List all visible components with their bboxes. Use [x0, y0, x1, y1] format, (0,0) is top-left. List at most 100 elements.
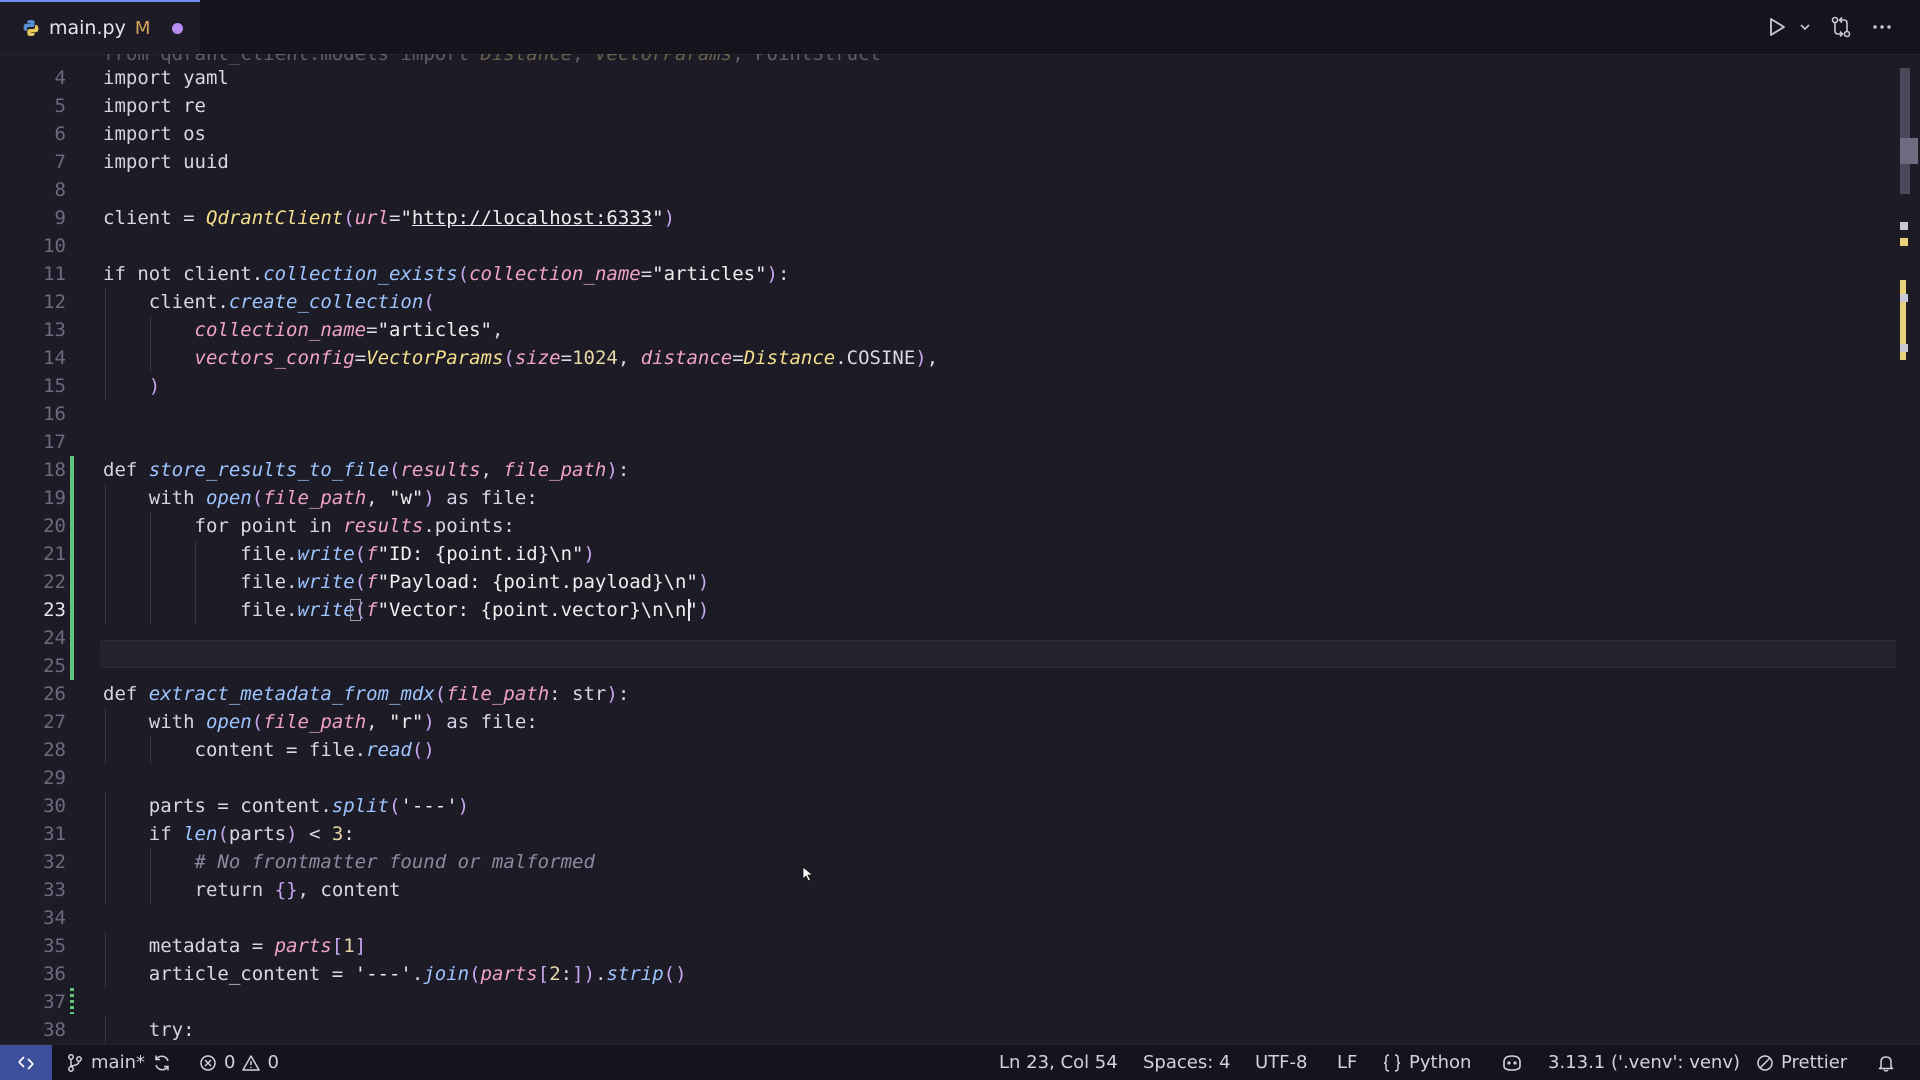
code-line[interactable]: with open(file_path, "w") as file: — [103, 484, 538, 512]
line-number[interactable]: 27 — [0, 708, 66, 736]
code-line[interactable]: if not client.collection_exists(collecti… — [103, 260, 789, 288]
overview-ruler-scrollbar[interactable] — [1896, 54, 1920, 1044]
code-line[interactable]: return {}, content — [103, 876, 401, 904]
warning-icon — [242, 1054, 261, 1071]
line-number[interactable]: 20 — [0, 512, 66, 540]
diff-modified-line-marker[interactable] — [70, 988, 74, 1014]
editor-area[interactable]: 4 5 6 7 8 9 10 11 12 13 14 15 16 17 18 19 20 21 22 23 24 25 26… — [0, 54, 1920, 1044]
indentation-status[interactable]: Spaces: 4 — [1143, 1045, 1230, 1080]
line-number[interactable]: 34 — [0, 904, 66, 932]
line-number[interactable]: 15 — [0, 372, 66, 400]
line-number[interactable]: 9 — [0, 204, 66, 232]
cursor-position-status[interactable]: Ln 23, Col 54 — [999, 1045, 1118, 1080]
line-number[interactable]: 7 — [0, 148, 66, 176]
line-number[interactable]: 4 — [0, 64, 66, 92]
sync-changes-button[interactable] — [152, 1045, 172, 1080]
more-actions-button[interactable] — [1871, 0, 1893, 54]
line-number[interactable]: 24 — [0, 624, 66, 652]
line-number[interactable]: 26 — [0, 680, 66, 708]
code-line[interactable]: client = QdrantClient(url="http://localh… — [103, 204, 675, 232]
code-line[interactable]: import yaml — [103, 64, 229, 92]
line-number[interactable]: 19 — [0, 484, 66, 512]
code-line[interactable]: metadata = parts[1] — [103, 932, 366, 960]
line-number[interactable]: 29 — [0, 764, 66, 792]
line-number[interactable]: 31 — [0, 820, 66, 848]
line-number[interactable]: 12 — [0, 288, 66, 316]
git-branch-label: main* — [91, 1052, 145, 1073]
code-line[interactable]: article_content = '---'.join(parts[2:]).… — [103, 960, 687, 988]
indent-guide — [150, 736, 151, 764]
code-line[interactable]: vectors_config=VectorParams(size=1024, d… — [103, 344, 939, 372]
indent-guide — [105, 708, 106, 736]
line-number[interactable]: 25 — [0, 652, 66, 680]
line-number[interactable]: 32 — [0, 848, 66, 876]
line-number[interactable]: 22 — [0, 568, 66, 596]
indent-guide — [150, 512, 151, 540]
git-compare-icon — [1831, 16, 1851, 38]
code-line[interactable]: content = file.read() — [103, 736, 435, 764]
code-line[interactable]: import os — [103, 120, 206, 148]
problems-status[interactable]: 0 0 — [199, 1045, 279, 1080]
line-number[interactable]: 38 — [0, 1016, 66, 1044]
line-number[interactable]: 5 — [0, 92, 66, 120]
tab-main-py[interactable]: main.py M — [0, 0, 200, 54]
code-line[interactable]: import re — [103, 92, 206, 120]
line-number[interactable]: 30 — [0, 792, 66, 820]
language-label: Python — [1409, 1052, 1472, 1073]
run-python-file-button[interactable] — [1767, 0, 1787, 54]
code-line[interactable]: file.write(f"Payload: {point.payload}\n"… — [103, 568, 709, 596]
line-number[interactable]: 10 — [0, 232, 66, 260]
indent-guide — [195, 568, 196, 596]
line-number[interactable]: 21 — [0, 540, 66, 568]
line-number[interactable]: 16 — [0, 400, 66, 428]
code-line[interactable]: def extract_metadata_from_mdx(file_path:… — [103, 680, 629, 708]
indent-guide — [105, 288, 106, 316]
code-line[interactable]: parts = content.split('---') — [103, 792, 469, 820]
git-branch-icon — [68, 1053, 82, 1072]
line-number[interactable]: 35 — [0, 932, 66, 960]
code-content[interactable]: from qdrant_client.models import Distanc… — [103, 54, 1893, 1044]
code-line[interactable]: def store_results_to_file(results, file_… — [103, 456, 629, 484]
line-ending-status[interactable]: LF — [1337, 1045, 1357, 1080]
code-line[interactable]: file.write(f"ID: {point.id}\n") — [103, 540, 595, 568]
line-number[interactable]: 13 — [0, 316, 66, 344]
code-line[interactable]: import uuid — [103, 148, 229, 176]
code-line[interactable]: with open(file_path, "r") as file: — [103, 708, 538, 736]
line-number[interactable]: 11 — [0, 260, 66, 288]
error-icon — [200, 1054, 216, 1071]
git-modified-badge: M — [134, 17, 151, 39]
code-line[interactable]: for point in results.points: — [103, 512, 515, 540]
prettier-status[interactable]: Prettier — [1756, 1045, 1847, 1080]
language-mode-status[interactable]: Python — [1382, 1045, 1471, 1080]
code-line[interactable]: collection_name="articles", — [103, 316, 504, 344]
git-branch-status[interactable]: main* — [66, 1045, 145, 1080]
line-number[interactable]: 33 — [0, 876, 66, 904]
line-number[interactable]: 18 — [0, 456, 66, 484]
line-number[interactable]: 14 — [0, 344, 66, 372]
code-line[interactable]: if len(parts) < 3: — [103, 820, 355, 848]
line-number[interactable]: 8 — [0, 176, 66, 204]
notifications-button[interactable] — [1876, 1045, 1896, 1080]
line-number-gutter[interactable]: 4 5 6 7 8 9 10 11 12 13 14 15 16 17 18 19 20 21 22 23 24 25 26… — [0, 54, 66, 1044]
indent-guide — [150, 568, 151, 596]
diff-added-lines-marker[interactable] — [70, 456, 74, 680]
line-number[interactable]: 6 — [0, 120, 66, 148]
remote-indicator-button[interactable] — [0, 1045, 52, 1080]
line-number[interactable]: 28 — [0, 736, 66, 764]
run-options-dropdown[interactable] — [1799, 0, 1811, 54]
open-changes-button[interactable] — [1829, 0, 1853, 54]
python-interpreter-status[interactable]: 3.13.1 ('.venv': venv) — [1548, 1045, 1740, 1080]
encoding-status[interactable]: UTF-8 — [1255, 1045, 1307, 1080]
code-line[interactable]: # No frontmatter found or malformed — [103, 848, 595, 876]
code-line[interactable]: try: — [103, 1016, 195, 1044]
line-number[interactable]: 17 — [0, 428, 66, 456]
code-line[interactable]: file.write(f"Vector: {point.vector}\n\n"… — [103, 596, 709, 624]
indent-guide — [105, 344, 106, 372]
code-line[interactable]: ) — [103, 372, 160, 400]
line-number[interactable]: 36 — [0, 960, 66, 988]
dirty-indicator-icon[interactable] — [172, 22, 184, 34]
line-number[interactable]: 23 — [0, 596, 66, 624]
copilot-status-button[interactable] — [1501, 1045, 1523, 1080]
line-number[interactable]: 37 — [0, 988, 66, 1016]
code-line[interactable]: client.create_collection( — [103, 288, 435, 316]
